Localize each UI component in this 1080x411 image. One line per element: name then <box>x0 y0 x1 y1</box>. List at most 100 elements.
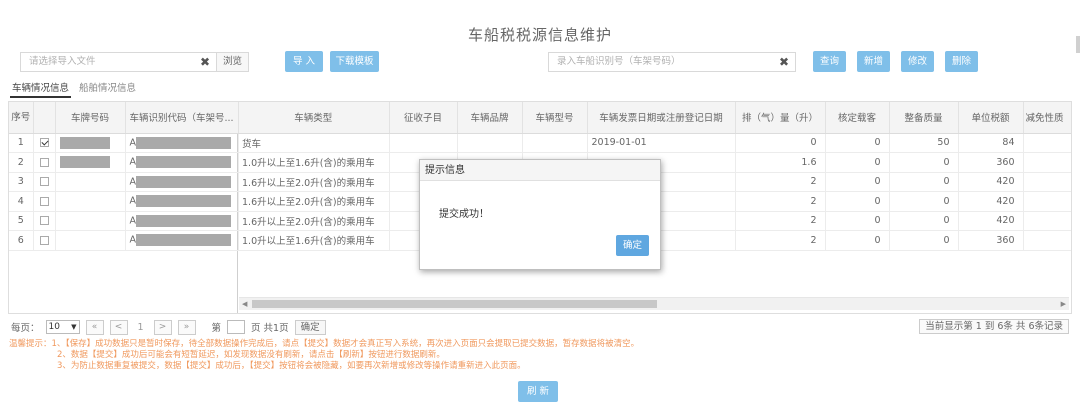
table-row[interactable]: 1A <box>9 133 239 153</box>
delete-button[interactable]: 删除 <box>945 51 978 72</box>
tab-bar: 车辆情况信息 船舶情况信息 <box>10 82 138 98</box>
first-page-button[interactable]: « <box>85 319 104 335</box>
checkbox[interactable] <box>39 138 49 148</box>
scroll-right-icon[interactable]: ▶ <box>1061 298 1066 310</box>
row-displacement: 2 <box>735 211 826 231</box>
row-seats: 0 <box>825 230 890 251</box>
row-curb-weight: 0 <box>889 152 959 173</box>
row-vin: A <box>125 133 239 153</box>
header-checkbox[interactable] <box>33 102 56 134</box>
table-row[interactable]: 6A <box>9 230 239 251</box>
row-plate <box>55 133 126 153</box>
goto-confirm-button[interactable]: 确定 <box>294 319 326 335</box>
row-checkbox[interactable] <box>33 133 56 153</box>
checkbox[interactable] <box>39 235 49 245</box>
prev-page-button[interactable]: < <box>109 319 128 335</box>
row-checkbox[interactable] <box>33 211 56 231</box>
row-vehicle-type: 1.6升以上至2.0升(含)的乘用车 <box>238 211 390 231</box>
row-seats: 0 <box>825 191 890 212</box>
redacted-vin <box>136 214 231 227</box>
header-exemption[interactable]: 减免性质 <box>1023 102 1071 134</box>
table-row[interactable]: 2A <box>9 152 239 173</box>
modify-button[interactable]: 修改 <box>901 51 934 72</box>
tab-ship-info[interactable]: 船舶情况信息 <box>77 82 138 98</box>
import-button[interactable]: 导 入 <box>285 51 323 72</box>
checkbox[interactable] <box>39 157 49 167</box>
dialog-ok-button[interactable]: 确定 <box>616 235 649 256</box>
header-curb-weight[interactable]: 整备质量 <box>889 102 959 134</box>
row-seats: 0 <box>825 133 890 153</box>
page-scrollbar[interactable] <box>1076 36 1080 53</box>
header-vin[interactable]: 车辆识别代码（车架号... <box>125 102 239 134</box>
row-checkbox[interactable] <box>33 172 56 192</box>
redacted-plate <box>59 136 110 149</box>
last-page-button[interactable]: » <box>177 319 196 335</box>
notice-line-2: 2、数据【提交】成功后可能会有短暂延迟，如发现数据没有刷新，请点击【刷新】按钮进… <box>57 350 445 360</box>
browse-button[interactable]: 浏览 <box>216 52 249 72</box>
row-exemption <box>1023 152 1071 173</box>
next-page-button[interactable]: > <box>153 319 172 335</box>
import-file-input[interactable]: 请选择导入文件 <box>20 52 217 72</box>
row-vehicle-type: 货车 <box>238 133 390 153</box>
query-button[interactable]: 查询 <box>813 51 846 72</box>
row-exemption <box>1023 230 1071 251</box>
per-page-select[interactable]: 10 ▼ <box>45 320 80 334</box>
header-model[interactable]: 车辆型号 <box>522 102 588 134</box>
pagination: 每页： 10 ▼ « < 1 > » 第 页 共1页 确定 <box>11 319 326 335</box>
scrollbar-thumb[interactable] <box>252 300 657 308</box>
table-row[interactable]: 3A <box>9 172 239 192</box>
redacted-plate <box>59 156 110 169</box>
header-plate[interactable]: 车牌号码 <box>55 102 126 134</box>
row-checkbox[interactable] <box>33 191 56 212</box>
row-tax-item <box>389 133 458 153</box>
row-curb-weight: 0 <box>889 191 959 212</box>
download-template-button[interactable]: 下载模板 <box>330 51 379 72</box>
search-input[interactable]: 录入车船识别号（车架号码） <box>548 52 796 72</box>
header-seq: 序号 <box>9 102 34 134</box>
header-displacement[interactable]: 排（气）量（升） <box>735 102 826 134</box>
scroll-left-icon[interactable]: ◀ <box>242 298 247 310</box>
header-unit-tax[interactable]: 单位税额 <box>958 102 1024 134</box>
notice-line-3: 3、为防止数据重复被提交，数据【提交】成功后，【提交】按钮将会被隐藏，如要再次新… <box>57 361 526 371</box>
row-curb-weight: 0 <box>889 211 959 231</box>
row-unit-tax: 360 <box>958 230 1024 251</box>
table-row[interactable]: 4A <box>9 191 239 212</box>
horizontal-scrollbar[interactable]: ◀ ▶ <box>239 297 1069 310</box>
checkbox[interactable] <box>39 216 49 226</box>
dialog-title: 提示信息 <box>420 160 660 181</box>
checkbox[interactable] <box>39 177 49 187</box>
checkbox[interactable] <box>39 196 49 206</box>
header-tax-item[interactable]: 征收子目 <box>389 102 458 134</box>
row-displacement: 2 <box>735 191 826 212</box>
add-button[interactable]: 新增 <box>857 51 890 72</box>
row-unit-tax: 84 <box>958 133 1024 153</box>
refresh-button[interactable]: 刷 新 <box>518 381 558 402</box>
row-checkbox[interactable] <box>33 152 56 173</box>
goto-prefix: 第 <box>211 323 222 334</box>
row-vehicle-type: 1.6升以上至2.0升(含)的乘用车 <box>238 172 390 192</box>
table-row[interactable]: 货车 2019-01-01 0 0 50 84 <box>238 133 1071 153</box>
row-model <box>522 133 588 153</box>
row-vehicle-type: 1.0升以上至1.6升(含)的乘用车 <box>238 152 390 173</box>
row-seq: 6 <box>9 230 34 251</box>
tab-vehicle-info[interactable]: 车辆情况信息 <box>10 82 72 98</box>
row-vehicle-type: 1.6升以上至2.0升(含)的乘用车 <box>238 191 390 212</box>
header-brand[interactable]: 车辆品牌 <box>457 102 523 134</box>
clear-search-icon[interactable]: ✖ <box>779 52 789 72</box>
message-dialog: 提示信息 提交成功！ 确定 <box>419 159 661 270</box>
header-seats[interactable]: 核定载客 <box>825 102 890 134</box>
redacted-vin <box>136 136 231 149</box>
chevron-down-icon: ▼ <box>71 323 77 331</box>
row-vin: A <box>125 230 239 251</box>
header-vehicle-type[interactable]: 车辆类型 <box>238 102 390 134</box>
redacted-vin <box>136 175 231 188</box>
clear-file-icon[interactable]: ✖ <box>200 52 210 72</box>
page-title: 车船税税源信息维护 <box>467 26 612 44</box>
redacted-vin <box>136 156 231 169</box>
row-brand <box>457 133 523 153</box>
header-issue-date[interactable]: 车辆发票日期或注册登记日期 <box>587 102 736 134</box>
row-checkbox[interactable] <box>33 230 56 251</box>
goto-page-input[interactable] <box>227 320 246 334</box>
page: 车船税税源信息维护 请选择导入文件 ✖ 浏览 导 入 下载模板 录入车船识别号（… <box>0 0 1080 411</box>
table-row[interactable]: 5A <box>9 211 239 231</box>
